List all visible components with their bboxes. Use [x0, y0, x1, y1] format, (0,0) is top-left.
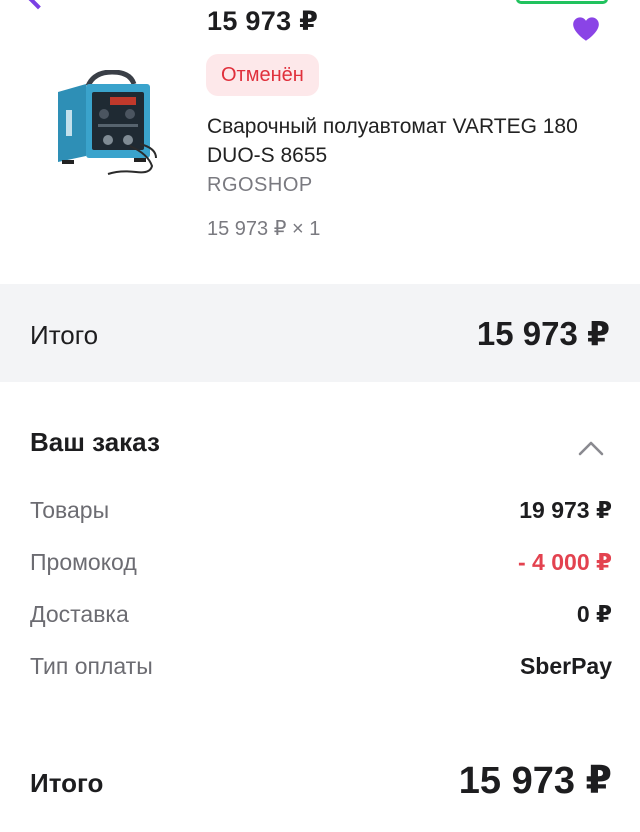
seller-name[interactable]: RGOSHOP — [207, 174, 313, 197]
order-row-value: 19 973 ₽ — [519, 497, 612, 523]
order-row-label: Доставка — [30, 601, 129, 627]
order-row-payment: Тип оплаты SberPay — [30, 653, 612, 685]
total-value: 15 973 ₽ — [476, 315, 610, 352]
top-accent-pill — [516, 0, 608, 4]
order-row-label: Товары — [30, 497, 110, 523]
product-image[interactable] — [52, 70, 164, 178]
product-price: 15 973 ₽ — [207, 6, 319, 36]
order-row-label: Промокод — [30, 549, 137, 575]
order-section-title: Ваш заказ — [30, 427, 160, 457]
grand-total-value: 15 973 ₽ — [458, 760, 612, 802]
order-row-delivery: Доставка 0 ₽ — [30, 601, 612, 633]
order-row-goods: Товары 19 973 ₽ — [30, 497, 612, 529]
back-chevron-icon[interactable] — [26, 0, 50, 10]
grand-total-label: Итого — [30, 768, 104, 798]
status-badge: Отменён — [206, 54, 319, 96]
total-strip: Итого 15 973 ₽ — [0, 284, 640, 382]
total-label: Итого — [30, 320, 99, 350]
chevron-up-icon[interactable] — [578, 438, 604, 458]
product-title[interactable]: Сварочный полуавтомат VARTEG 180 DUO-S 8… — [207, 112, 587, 170]
heart-icon[interactable] — [572, 16, 600, 42]
order-row-value: - 4 000 ₽ — [518, 549, 612, 575]
order-row-value: 0 ₽ — [576, 601, 612, 627]
order-row-label: Тип оплаты — [30, 653, 153, 679]
unit-price-quantity: 15 973 ₽ × 1 — [207, 218, 321, 240]
order-details-page: 15 973 ₽ Отменён Сварочный полуавтомат V… — [0, 0, 640, 832]
order-row-value: SberPay — [519, 653, 612, 679]
order-row-promo: Промокод - 4 000 ₽ — [30, 549, 612, 581]
